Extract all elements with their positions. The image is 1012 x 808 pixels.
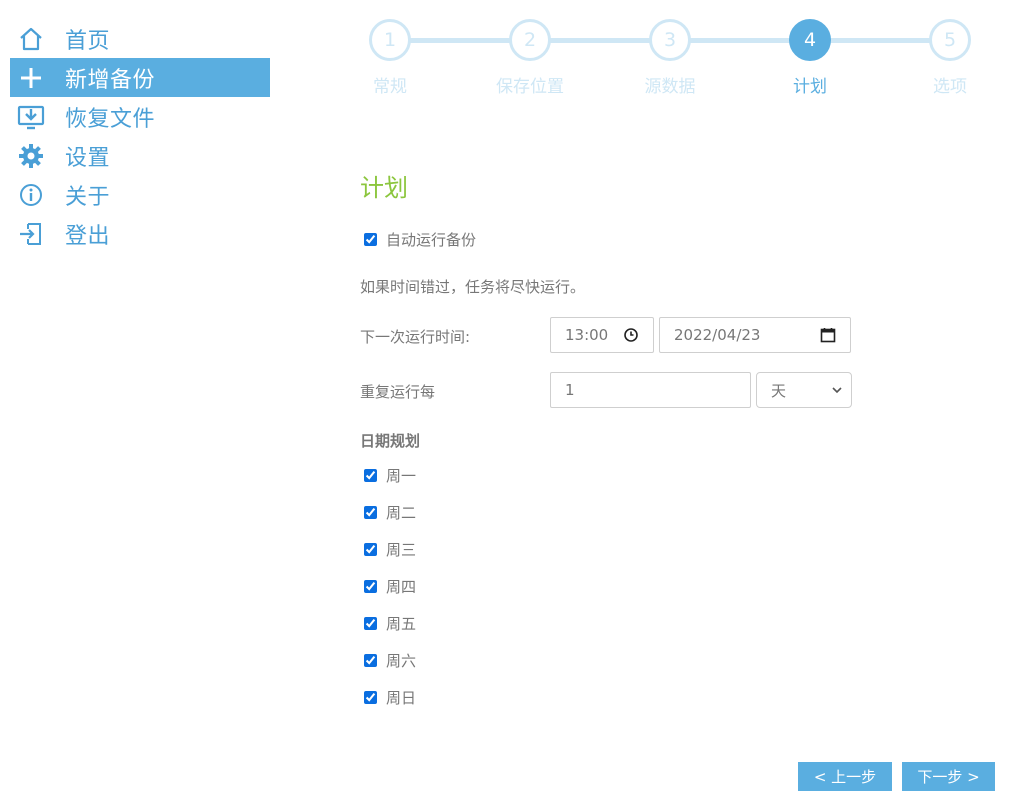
- next-button[interactable]: 下一步 >: [902, 762, 995, 791]
- restore-icon: [17, 103, 45, 131]
- day-row-wednesday[interactable]: 周三: [364, 539, 416, 560]
- day-label: 周一: [386, 467, 417, 485]
- section-title: 计划: [360, 174, 408, 202]
- auto-run-label: 自动运行备份: [386, 231, 477, 249]
- step-label: 源数据: [644, 77, 696, 97]
- day-row-thursday[interactable]: 周四: [364, 576, 416, 597]
- auto-run-row[interactable]: 自动运行备份: [364, 229, 476, 250]
- step-label: 常规: [373, 77, 407, 97]
- step-destination[interactable]: 2 保存位置: [480, 19, 580, 97]
- step-number: 5: [929, 19, 971, 61]
- day-checkbox[interactable]: [364, 506, 377, 519]
- missed-run-note: 如果时间错过，任务将尽快运行。: [360, 278, 586, 296]
- sidebar-item-label: 新增备份: [65, 67, 156, 93]
- repeat-unit-select[interactable]: 天: [756, 372, 852, 408]
- step-label: 选项: [933, 77, 967, 97]
- day-label: 周二: [386, 504, 417, 522]
- sidebar-item-label: 关于: [65, 184, 111, 210]
- step-number: 4: [789, 19, 831, 61]
- sidebar-item-label: 首页: [65, 28, 111, 54]
- day-label: 周三: [386, 541, 417, 559]
- days-heading: 日期规划: [360, 432, 421, 450]
- calendar-icon[interactable]: [820, 327, 836, 343]
- step-label: 保存位置: [496, 77, 564, 97]
- chevron-down-icon: [832, 387, 842, 394]
- next-run-date-input[interactable]: 2022/04/23: [659, 317, 851, 353]
- sidebar-item-label: 恢复文件: [65, 106, 156, 132]
- day-row-monday[interactable]: 周一: [364, 465, 416, 486]
- auto-run-checkbox[interactable]: [364, 233, 377, 246]
- sidebar-item-restore[interactable]: 恢复文件: [10, 97, 270, 136]
- day-checkbox[interactable]: [364, 469, 377, 482]
- sidebar-item-home[interactable]: 首页: [10, 19, 270, 58]
- repeat-label: 重复运行每: [360, 383, 436, 401]
- day-checkbox[interactable]: [364, 580, 377, 593]
- next-run-label: 下一次运行时间:: [360, 328, 471, 346]
- step-label: 计划: [793, 77, 827, 97]
- wizard-stepper: 1 常规 2 保存位置 3 源数据 4 计划 5 选项: [360, 19, 980, 99]
- step-options[interactable]: 5 选项: [900, 19, 1000, 97]
- day-row-saturday[interactable]: 周六: [364, 650, 416, 671]
- repeat-interval-value: 1: [565, 381, 575, 399]
- day-row-friday[interactable]: 周五: [364, 613, 416, 634]
- next-run-time-input[interactable]: 13:00: [550, 317, 654, 353]
- repeat-unit-value: 天: [771, 381, 787, 400]
- logout-icon: [17, 220, 45, 248]
- previous-button[interactable]: < 上一步: [798, 762, 892, 791]
- day-checkbox[interactable]: [364, 691, 377, 704]
- step-source[interactable]: 3 源数据: [620, 19, 720, 97]
- day-label: 周六: [386, 652, 417, 670]
- day-label: 周四: [386, 578, 417, 596]
- day-row-tuesday[interactable]: 周二: [364, 502, 416, 523]
- sidebar: 首页 新增备份 恢复文件 设置 关于 登出: [10, 19, 270, 253]
- day-row-sunday[interactable]: 周日: [364, 687, 416, 708]
- step-number: 3: [649, 19, 691, 61]
- step-number: 2: [509, 19, 551, 61]
- step-general[interactable]: 1 常规: [340, 19, 440, 97]
- plus-icon: [17, 64, 45, 92]
- sidebar-item-label: 登出: [65, 223, 111, 249]
- sidebar-item-new-backup[interactable]: 新增备份: [10, 58, 270, 97]
- gear-icon: [17, 142, 45, 170]
- sidebar-item-about[interactable]: 关于: [10, 175, 270, 214]
- step-number: 1: [369, 19, 411, 61]
- sidebar-item-logout[interactable]: 登出: [10, 214, 270, 253]
- day-checkbox[interactable]: [364, 654, 377, 667]
- home-icon: [17, 25, 45, 53]
- repeat-interval-input[interactable]: 1: [550, 372, 751, 408]
- day-label: 周日: [386, 689, 417, 707]
- sidebar-item-settings[interactable]: 设置: [10, 136, 270, 175]
- day-checkbox[interactable]: [364, 617, 377, 630]
- day-label: 周五: [386, 615, 417, 633]
- sidebar-item-label: 设置: [65, 145, 111, 171]
- next-run-date-value: 2022/04/23: [674, 326, 761, 344]
- clock-icon[interactable]: [623, 327, 639, 343]
- next-run-time-value: 13:00: [565, 326, 609, 344]
- step-schedule[interactable]: 4 计划: [760, 19, 860, 97]
- day-checkbox[interactable]: [364, 543, 377, 556]
- info-icon: [17, 181, 45, 209]
